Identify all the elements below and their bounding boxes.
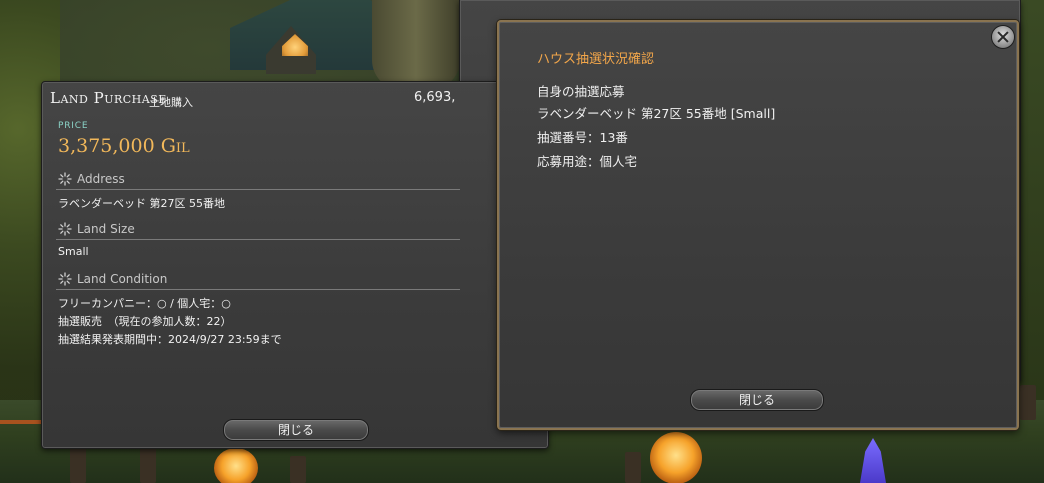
land-size-label: Land Size [77,222,135,236]
tree-trunk [372,0,460,90]
fence-post [625,452,641,483]
close-button[interactable]: 閉じる [690,389,824,411]
close-button[interactable]: 閉じる [223,419,369,441]
price-label: PRICE [58,121,89,131]
lottery-info-line: 自身の抽選応募 [537,84,625,99]
address-section-header: Address [56,171,460,190]
lottery-info-line: ラベンダーベッド 第27区 55番地 [Small] [537,106,776,121]
fence-post [140,448,156,483]
sparkle-icon [58,222,72,236]
land-condition-line: フリーカンパニー：○ / 個人宅：○ [58,297,231,310]
price-value: 3,375,000 Gil [58,135,190,157]
house-lottery-window: ハウス抽選状況確認 自身の抽選応募 ラベンダーベッド 第27区 55番地 [Sm… [497,20,1019,430]
land-condition-section-header: Land Condition [56,271,460,290]
sparkle-icon [58,272,72,286]
land-condition-line: 抽選販売 （現在の参加人数：22） [58,315,232,328]
land-condition-label: Land Condition [77,272,168,286]
lottery-info-line: 応募用途：個人宅 [537,154,638,169]
window-title: ハウス抽選状況確認 [537,52,655,67]
close-icon[interactable] [992,26,1014,48]
fence-post [1020,385,1036,420]
address-value: ラベンダーベッド 第27区 55番地 [58,197,225,210]
fence-post [290,456,306,483]
address-label: Address [77,172,125,186]
land-size-value: Small [58,245,89,258]
lantern [214,448,258,483]
land-size-section-header: Land Size [56,221,460,240]
land-condition-line: 抽選結果発表期間中：2024/9/27 23:59まで [58,333,282,346]
lantern [650,432,702,483]
land-purchase-window: Land Purchase 土地購入 6,693, PRICE 3,375,00… [41,81,549,449]
fence-post [70,448,86,483]
window-subtitle: 土地購入 [149,96,193,109]
sparkle-icon [58,172,72,186]
lottery-info-line: 抽選番号：13番 [537,130,628,145]
gil-total: 6,693, [414,90,456,105]
